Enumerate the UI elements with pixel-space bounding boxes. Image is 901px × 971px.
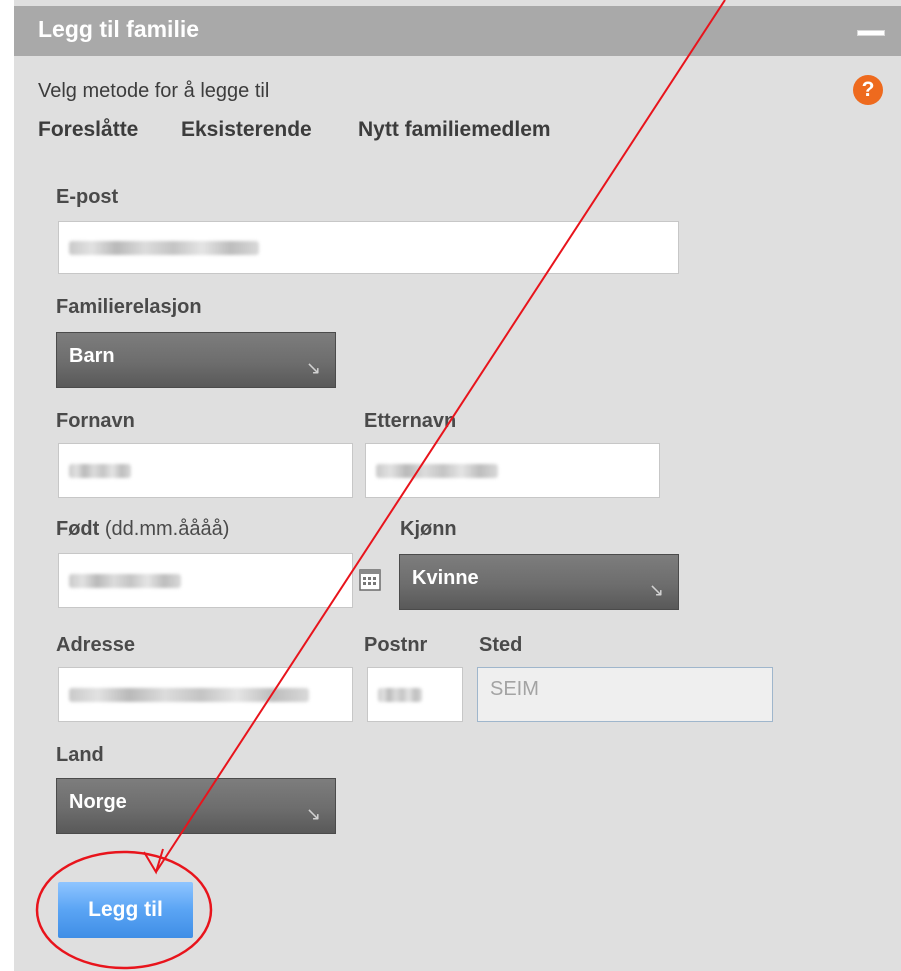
tab-new-family-member[interactable]: Nytt familiemedlem <box>358 118 551 142</box>
help-icon[interactable]: ? <box>853 75 883 105</box>
dropdown-arrow-icon: ↘ <box>305 804 321 824</box>
tab-existing[interactable]: Eksisterende <box>181 118 312 142</box>
add-button[interactable]: Legg til <box>58 882 193 938</box>
relation-selected-value: Barn <box>69 345 115 367</box>
method-label: Velg metode for å legge til <box>38 80 270 102</box>
panel-title: Legg til familie <box>38 16 200 42</box>
email-value-redacted <box>69 240 259 255</box>
place-label: Sted <box>479 634 523 656</box>
calendar-icon[interactable] <box>359 569 381 591</box>
lastname-value-redacted <box>376 463 498 478</box>
address-field[interactable] <box>58 667 353 722</box>
email-field[interactable] <box>58 221 679 274</box>
place-field: SEIM <box>477 667 773 722</box>
birthdate-label-text: Født <box>56 518 100 540</box>
minimize-icon[interactable] <box>857 30 885 36</box>
email-label: E-post <box>56 186 119 208</box>
country-selected-value: Norge <box>69 791 127 813</box>
firstname-field[interactable] <box>58 443 353 498</box>
firstname-label: Fornavn <box>56 410 135 432</box>
gender-select[interactable]: Kvinne ↘ <box>399 554 679 610</box>
address-label: Adresse <box>56 634 135 656</box>
birthdate-value-redacted <box>69 573 181 588</box>
birthdate-label: Født (dd.mm.åååå) <box>56 518 229 541</box>
lastname-field[interactable] <box>365 443 660 498</box>
relation-label: Familierelasjon <box>56 296 202 318</box>
panel-header: Legg til familie <box>14 6 901 56</box>
add-family-panel: Legg til familie Velg metode for å legge… <box>14 0 901 971</box>
birthdate-format-hint: (dd.mm.åååå) <box>99 518 230 540</box>
gender-label: Kjønn <box>400 518 457 540</box>
postnr-value-redacted <box>378 687 422 702</box>
tab-suggested[interactable]: Foreslåtte <box>38 118 138 142</box>
dropdown-arrow-icon: ↘ <box>648 580 664 600</box>
dropdown-arrow-icon: ↘ <box>305 358 321 378</box>
relation-select[interactable]: Barn ↘ <box>56 332 336 388</box>
birthdate-field[interactable] <box>58 553 353 608</box>
address-value-redacted <box>69 687 309 702</box>
gender-selected-value: Kvinne <box>412 567 479 589</box>
firstname-value-redacted <box>69 463 131 478</box>
postnr-label: Postnr <box>364 634 428 656</box>
country-select[interactable]: Norge ↘ <box>56 778 336 834</box>
lastname-label: Etternavn <box>364 410 457 432</box>
country-label: Land <box>56 744 104 766</box>
place-value: SEIM <box>490 678 539 700</box>
postnr-field[interactable] <box>367 667 463 722</box>
